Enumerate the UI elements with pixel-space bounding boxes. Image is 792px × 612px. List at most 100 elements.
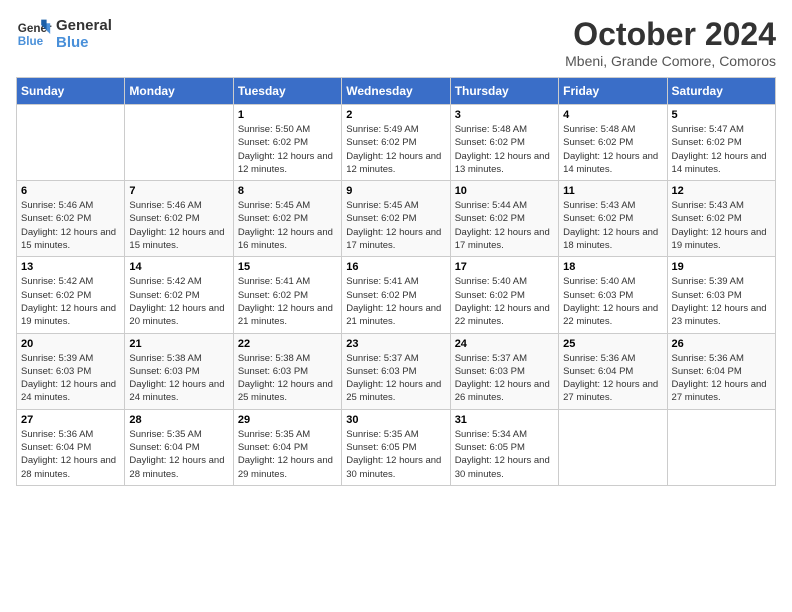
week-row-3: 13 Sunrise: 5:42 AM Sunset: 6:02 PM Dayli…	[17, 257, 776, 333]
calendar-cell: 13 Sunrise: 5:42 AM Sunset: 6:02 PM Dayli…	[17, 257, 125, 333]
calendar-cell: 9Sunrise: 5:45 AM Sunset: 6:02 PM Daylig…	[342, 181, 450, 257]
day-number: 14	[129, 261, 228, 273]
day-number: 19	[672, 261, 771, 273]
day-number: 6	[21, 185, 120, 197]
calendar-cell: 31 Sunrise: 5:34 AM Sunset: 6:05 PM Dayli…	[450, 409, 558, 485]
day-info: Sunrise: 5:40 AM Sunset: 6:03 PM Dayligh…	[563, 275, 662, 328]
day-info: Sunrise: 5:46 AM Sunset: 6:02 PM Dayligh…	[21, 199, 120, 252]
day-number: 8	[238, 185, 337, 197]
day-info: Sunrise: 5:42 AM Sunset: 6:02 PM Dayligh…	[21, 275, 120, 328]
day-number: 18	[563, 261, 662, 273]
calendar-cell: 11 Sunrise: 5:43 AM Sunset: 6:02 PM Dayli…	[559, 181, 667, 257]
calendar-cell: 24 Sunrise: 5:37 AM Sunset: 6:03 PM Dayli…	[450, 333, 558, 409]
calendar-cell: 12 Sunrise: 5:43 AM Sunset: 6:02 PM Dayli…	[667, 181, 775, 257]
day-info: Sunrise: 5:39 AM Sunset: 6:03 PM Dayligh…	[672, 275, 771, 328]
day-number: 26	[672, 338, 771, 350]
day-info: Sunrise: 5:38 AM Sunset: 6:03 PM Dayligh…	[238, 352, 337, 405]
calendar-cell: 30 Sunrise: 5:35 AM Sunset: 6:05 PM Dayli…	[342, 409, 450, 485]
logo-text-general: General	[56, 17, 112, 34]
day-info: Sunrise: 5:37 AM Sunset: 6:03 PM Dayligh…	[346, 352, 445, 405]
day-number: 9	[346, 185, 445, 197]
week-row-1: 1 Sunrise: 5:50 AM Sunset: 6:02 PM Daylig…	[17, 105, 776, 181]
day-number: 5	[672, 109, 771, 121]
calendar-cell: 29 Sunrise: 5:35 AM Sunset: 6:04 PM Dayli…	[233, 409, 341, 485]
day-number: 27	[21, 414, 120, 426]
month-title: October 2024	[565, 16, 776, 53]
calendar-cell: 17 Sunrise: 5:40 AM Sunset: 6:02 PM Dayli…	[450, 257, 558, 333]
day-info: Sunrise: 5:48 AM Sunset: 6:02 PM Dayligh…	[455, 123, 554, 176]
calendar-cell	[125, 105, 233, 181]
calendar-cell: 1 Sunrise: 5:50 AM Sunset: 6:02 PM Daylig…	[233, 105, 341, 181]
day-info: Sunrise: 5:36 AM Sunset: 6:04 PM Dayligh…	[21, 428, 120, 481]
week-row-2: 6 Sunrise: 5:46 AM Sunset: 6:02 PM Daylig…	[17, 181, 776, 257]
day-info: Sunrise: 5:39 AM Sunset: 6:03 PM Dayligh…	[21, 352, 120, 405]
day-info: Sunrise: 5:48 AM Sunset: 6:02 PM Dayligh…	[563, 123, 662, 176]
day-number: 15	[238, 261, 337, 273]
day-number: 12	[672, 185, 771, 197]
day-number: 22	[238, 338, 337, 350]
day-info: Sunrise: 5:35 AM Sunset: 6:05 PM Dayligh…	[346, 428, 445, 481]
calendar-cell: 14Sunrise: 5:42 AM Sunset: 6:02 PM Dayli…	[125, 257, 233, 333]
day-info: Sunrise: 5:38 AM Sunset: 6:03 PM Dayligh…	[129, 352, 228, 405]
day-info: Sunrise: 5:43 AM Sunset: 6:02 PM Dayligh…	[672, 199, 771, 252]
calendar-cell	[667, 409, 775, 485]
day-number: 4	[563, 109, 662, 121]
day-info: Sunrise: 5:35 AM Sunset: 6:04 PM Dayligh…	[129, 428, 228, 481]
day-number: 24	[455, 338, 554, 350]
calendar-cell: 16Sunrise: 5:41 AM Sunset: 6:02 PM Dayli…	[342, 257, 450, 333]
logo: General Blue General Blue	[16, 16, 112, 52]
day-info: Sunrise: 5:50 AM Sunset: 6:02 PM Dayligh…	[238, 123, 337, 176]
day-info: Sunrise: 5:45 AM Sunset: 6:02 PM Dayligh…	[238, 199, 337, 252]
calendar-cell	[17, 105, 125, 181]
calendar-cell: 5 Sunrise: 5:47 AM Sunset: 6:02 PM Daylig…	[667, 105, 775, 181]
logo-icon: General Blue	[16, 16, 52, 52]
day-info: Sunrise: 5:43 AM Sunset: 6:02 PM Dayligh…	[563, 199, 662, 252]
day-number: 17	[455, 261, 554, 273]
day-number: 10	[455, 185, 554, 197]
calendar-cell: 18 Sunrise: 5:40 AM Sunset: 6:03 PM Dayli…	[559, 257, 667, 333]
day-number: 25	[563, 338, 662, 350]
day-number: 21	[129, 338, 228, 350]
calendar-cell: 22 Sunrise: 5:38 AM Sunset: 6:03 PM Dayli…	[233, 333, 341, 409]
day-info: Sunrise: 5:47 AM Sunset: 6:02 PM Dayligh…	[672, 123, 771, 176]
day-info: Sunrise: 5:41 AM Sunset: 6:02 PM Dayligh…	[238, 275, 337, 328]
day-info: Sunrise: 5:36 AM Sunset: 6:04 PM Dayligh…	[672, 352, 771, 405]
calendar-cell: 25Sunrise: 5:36 AM Sunset: 6:04 PM Dayli…	[559, 333, 667, 409]
day-number: 1	[238, 109, 337, 121]
calendar-cell: 4 Sunrise: 5:48 AM Sunset: 6:02 PM Daylig…	[559, 105, 667, 181]
weekday-header-sunday: Sunday	[17, 78, 125, 105]
day-info: Sunrise: 5:40 AM Sunset: 6:02 PM Dayligh…	[455, 275, 554, 328]
day-info: Sunrise: 5:35 AM Sunset: 6:04 PM Dayligh…	[238, 428, 337, 481]
day-number: 28	[129, 414, 228, 426]
calendar-cell: 7Sunrise: 5:46 AM Sunset: 6:02 PM Daylig…	[125, 181, 233, 257]
weekday-header-tuesday: Tuesday	[233, 78, 341, 105]
day-info: Sunrise: 5:34 AM Sunset: 6:05 PM Dayligh…	[455, 428, 554, 481]
weekday-header-monday: Monday	[125, 78, 233, 105]
calendar-table: SundayMondayTuesdayWednesdayThursdayFrid…	[16, 77, 776, 486]
calendar-cell: 10 Sunrise: 5:44 AM Sunset: 6:02 PM Dayli…	[450, 181, 558, 257]
day-number: 30	[346, 414, 445, 426]
location-subtitle: Mbeni, Grande Comore, Comoros	[565, 53, 776, 69]
day-number: 31	[455, 414, 554, 426]
day-info: Sunrise: 5:37 AM Sunset: 6:03 PM Dayligh…	[455, 352, 554, 405]
day-info: Sunrise: 5:44 AM Sunset: 6:02 PM Dayligh…	[455, 199, 554, 252]
day-info: Sunrise: 5:46 AM Sunset: 6:02 PM Dayligh…	[129, 199, 228, 252]
calendar-cell: 15 Sunrise: 5:41 AM Sunset: 6:02 PM Dayli…	[233, 257, 341, 333]
page-header: General Blue General Blue October 2024 M…	[16, 16, 776, 69]
day-info: Sunrise: 5:49 AM Sunset: 6:02 PM Dayligh…	[346, 123, 445, 176]
day-number: 3	[455, 109, 554, 121]
weekday-header-wednesday: Wednesday	[342, 78, 450, 105]
logo-text-blue: Blue	[56, 34, 112, 51]
day-number: 29	[238, 414, 337, 426]
day-number: 16	[346, 261, 445, 273]
calendar-cell: 2Sunrise: 5:49 AM Sunset: 6:02 PM Daylig…	[342, 105, 450, 181]
calendar-title-block: October 2024 Mbeni, Grande Comore, Comor…	[565, 16, 776, 69]
day-number: 20	[21, 338, 120, 350]
week-row-4: 20 Sunrise: 5:39 AM Sunset: 6:03 PM Dayli…	[17, 333, 776, 409]
calendar-cell: 27 Sunrise: 5:36 AM Sunset: 6:04 PM Dayli…	[17, 409, 125, 485]
weekday-header-thursday: Thursday	[450, 78, 558, 105]
calendar-cell: 21 Sunrise: 5:38 AM Sunset: 6:03 PM Dayli…	[125, 333, 233, 409]
calendar-cell	[559, 409, 667, 485]
day-number: 13	[21, 261, 120, 273]
day-number: 11	[563, 185, 662, 197]
